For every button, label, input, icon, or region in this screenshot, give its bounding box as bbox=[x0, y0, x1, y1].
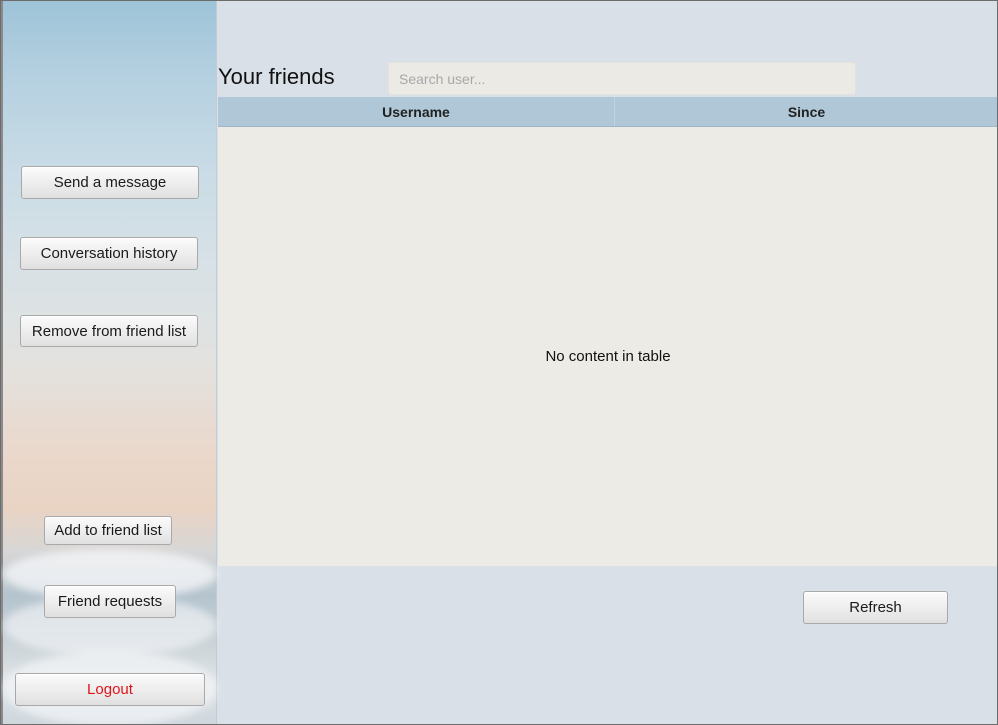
column-header-since[interactable]: Since bbox=[615, 97, 997, 126]
empty-table-message: No content in table bbox=[545, 348, 671, 365]
add-friend-button[interactable]: Add to friend list bbox=[44, 516, 172, 545]
app-window: Send a message Conversation history Remo… bbox=[0, 0, 998, 725]
page-title: Your friends bbox=[218, 64, 335, 89]
friends-table: Username Since No content in table bbox=[218, 97, 997, 566]
sidebar: Send a message Conversation history Remo… bbox=[3, 1, 217, 724]
send-message-button[interactable]: Send a message bbox=[21, 166, 199, 199]
table-header: Username Since bbox=[218, 97, 997, 127]
column-header-username[interactable]: Username bbox=[218, 97, 615, 126]
logout-button[interactable]: Logout bbox=[15, 673, 205, 706]
table-body[interactable]: No content in table bbox=[218, 127, 997, 566]
friend-requests-button[interactable]: Friend requests bbox=[44, 585, 176, 618]
search-input[interactable] bbox=[388, 62, 856, 95]
remove-friend-button[interactable]: Remove from friend list bbox=[20, 315, 198, 347]
conversation-history-button[interactable]: Conversation history bbox=[20, 237, 198, 270]
refresh-button[interactable]: Refresh bbox=[803, 591, 948, 624]
